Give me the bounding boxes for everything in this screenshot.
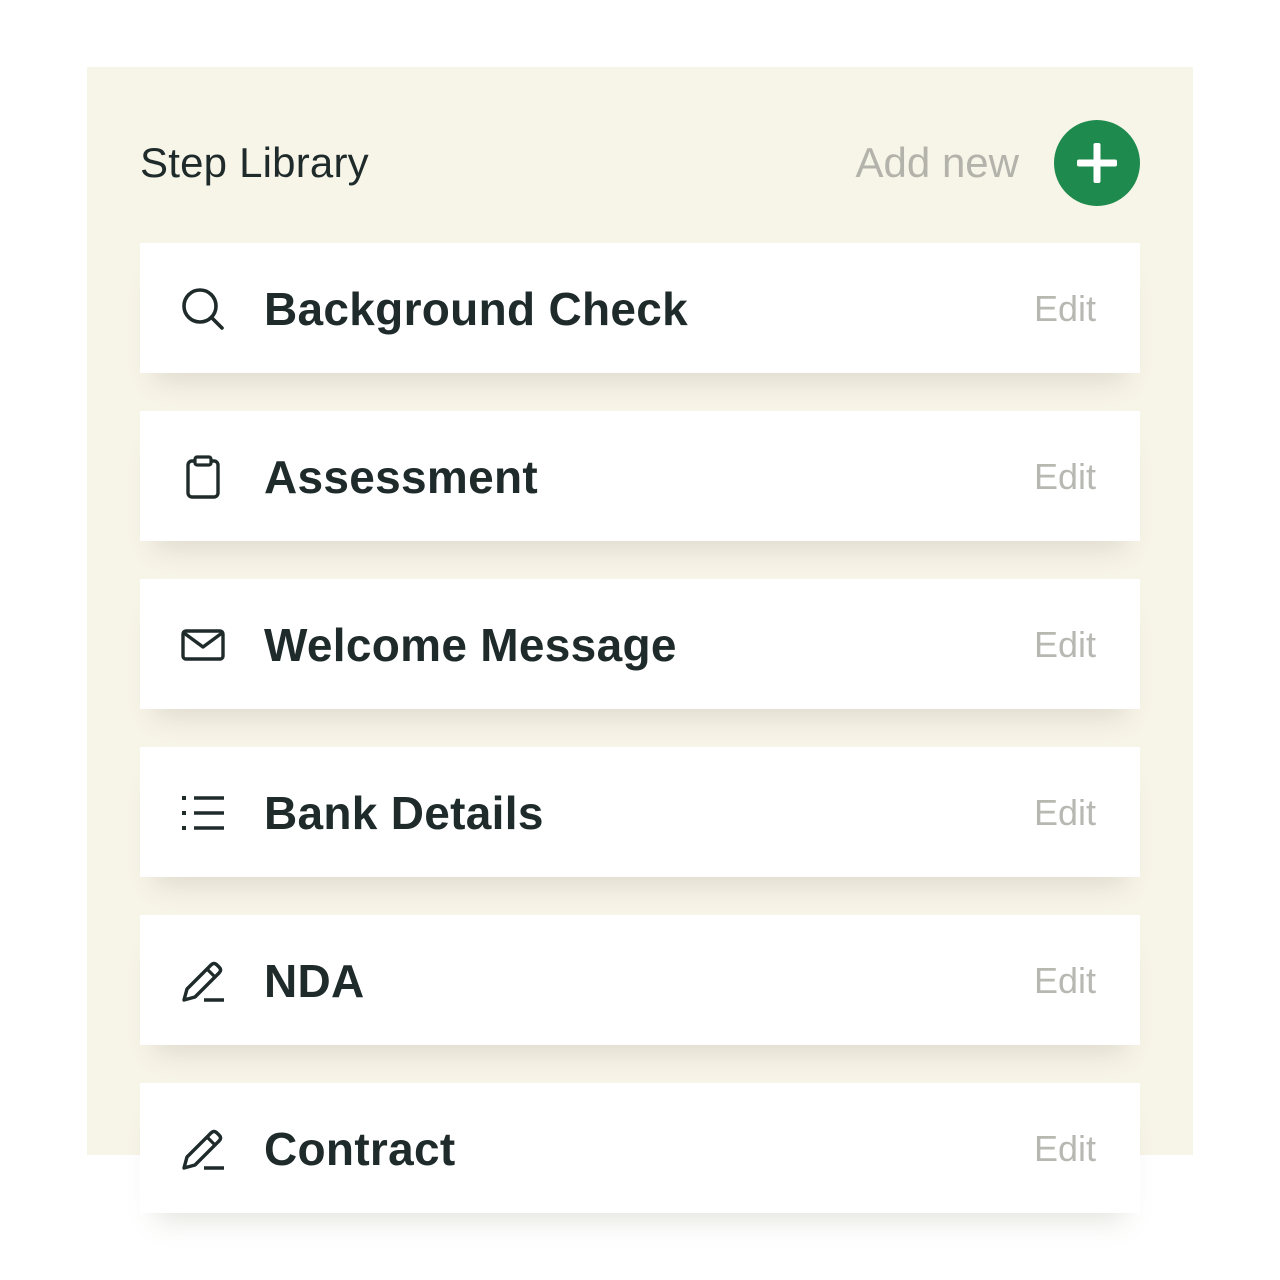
step-label: Contract — [264, 1123, 456, 1175]
step-label: NDA — [264, 955, 365, 1007]
step-label: Bank Details — [264, 787, 544, 839]
plus-icon — [1077, 143, 1117, 183]
step-list: Background Check Edit Assessment Edit We… — [140, 243, 1140, 1251]
envelope-icon — [180, 622, 226, 668]
list-icon — [180, 790, 226, 836]
edit-link[interactable]: Edit — [1034, 623, 1096, 667]
step-card-background-check[interactable]: Background Check Edit — [140, 243, 1140, 373]
step-library-header: Step Library Add new — [140, 120, 1140, 206]
step-label: Assessment — [264, 451, 539, 503]
pen-icon — [180, 958, 226, 1004]
page-title: Step Library — [140, 139, 369, 186]
add-new-button[interactable] — [1054, 120, 1140, 206]
edit-link[interactable]: Edit — [1034, 1127, 1096, 1171]
edit-link[interactable]: Edit — [1034, 791, 1096, 835]
pen-icon — [180, 1126, 226, 1172]
step-card-bank-details[interactable]: Bank Details Edit — [140, 747, 1140, 877]
step-label: Background Check — [264, 283, 689, 335]
step-card-assessment[interactable]: Assessment Edit — [140, 411, 1140, 541]
edit-link[interactable]: Edit — [1034, 287, 1096, 331]
step-card-contract[interactable]: Contract Edit — [140, 1083, 1140, 1213]
step-label: Welcome Message — [264, 619, 677, 671]
add-new-label[interactable]: Add new — [856, 140, 1019, 186]
search-icon — [180, 286, 226, 332]
step-card-nda[interactable]: NDA Edit — [140, 915, 1140, 1045]
edit-link[interactable]: Edit — [1034, 959, 1096, 1003]
step-card-welcome-message[interactable]: Welcome Message Edit — [140, 579, 1140, 709]
stage: Step Library Add new Background Check Ed… — [0, 0, 1280, 1280]
clipboard-icon — [180, 454, 226, 500]
edit-link[interactable]: Edit — [1034, 455, 1096, 499]
